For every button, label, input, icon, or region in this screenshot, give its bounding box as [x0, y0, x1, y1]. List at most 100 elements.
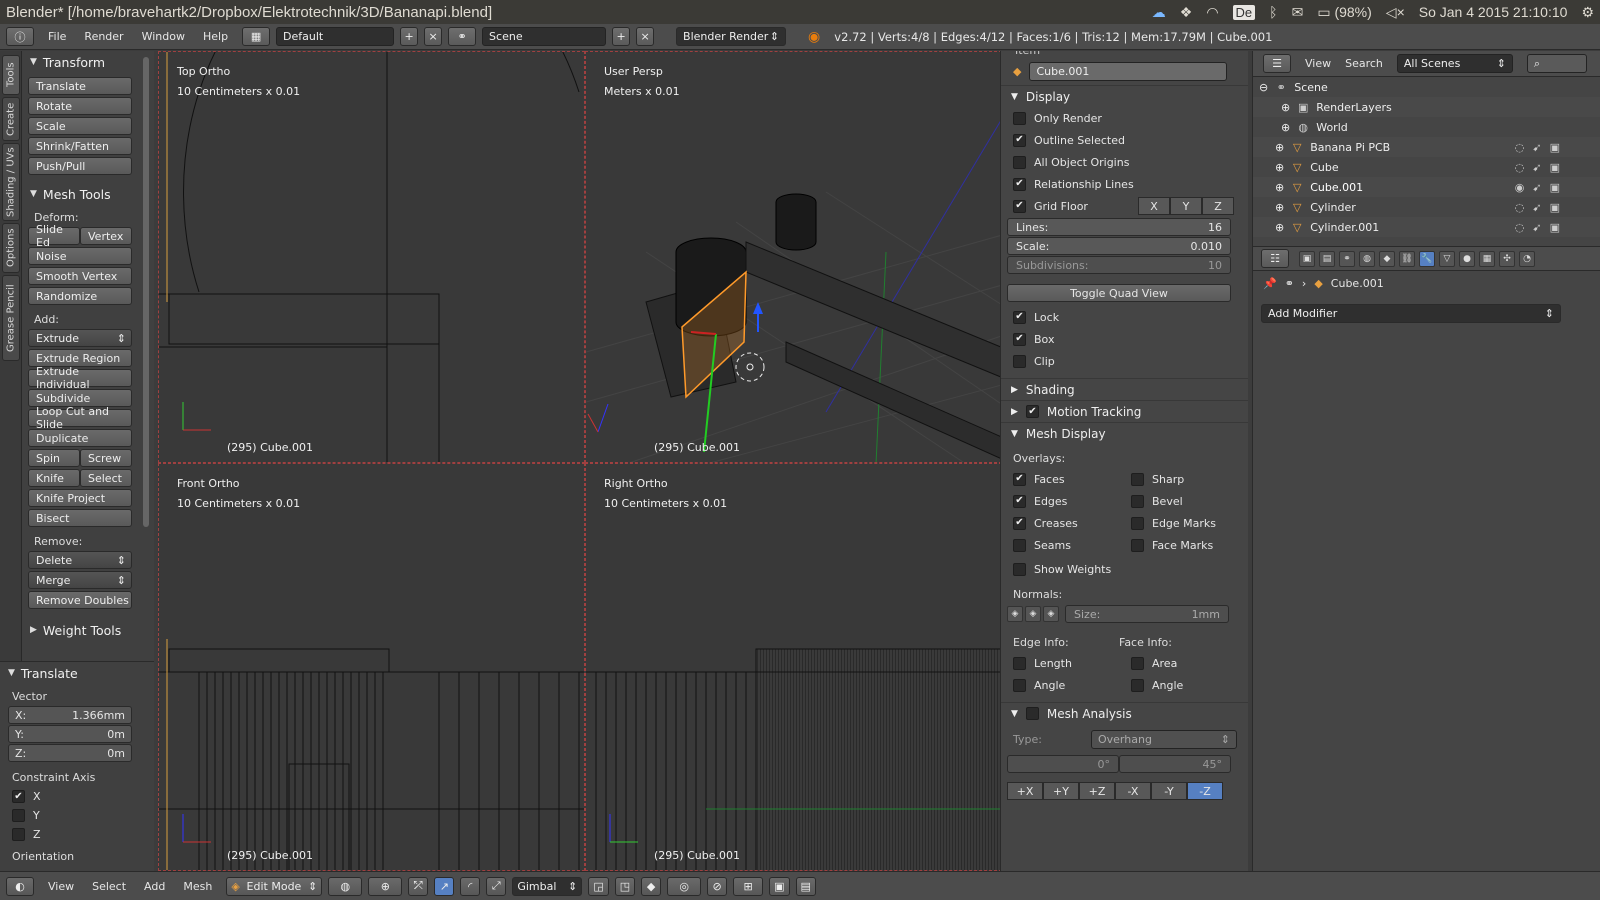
loop-cut-button[interactable]: Loop Cut and Slide — [28, 405, 132, 431]
menu-window[interactable]: Window — [134, 28, 193, 45]
rotate-manipulator-toggle[interactable]: ◜ — [460, 876, 481, 896]
clock[interactable]: So Jan 4 2015 21:10:10 — [1419, 4, 1568, 20]
outliner-row-renderlayers[interactable]: ⊕ ▣ RenderLayers — [1253, 97, 1600, 117]
edge-marks-checkbox[interactable]: Edge Marks — [1119, 512, 1216, 534]
toggle-quad-view-button[interactable]: Toggle Quad View — [1007, 284, 1231, 302]
cursor-icon[interactable]: ➹ — [1532, 161, 1541, 174]
edge-select-mode-button[interactable]: ◳ — [614, 876, 636, 896]
edges-checkbox[interactable]: ✔ Edges — [1001, 490, 1119, 512]
merge-dropdown[interactable]: Merge ⇕ — [28, 571, 132, 589]
randomize-button[interactable]: Randomize — [28, 287, 132, 305]
render-layers-tab-icon[interactable]: ▤ — [1319, 250, 1335, 267]
show-weights-checkbox[interactable]: Show Weights — [1001, 558, 1248, 580]
axis-neg-x-toggle[interactable]: -X — [1115, 782, 1151, 800]
push-pull-button[interactable]: Push/Pull — [28, 157, 132, 175]
view3d-editor-type-button[interactable]: ◐ — [6, 876, 34, 896]
bevel-checkbox[interactable]: Bevel — [1119, 490, 1183, 512]
constraints-tab-icon[interactable]: ⛓ — [1399, 250, 1415, 267]
motion-tracking-checkbox[interactable]: ✔ — [1025, 405, 1039, 418]
screw-button[interactable]: Screw — [80, 449, 132, 467]
viewport-top-ortho[interactable]: Top Ortho 10 Centimeters x 0.01 (295) Cub… — [158, 51, 585, 463]
pin-icon[interactable]: 📌 — [1263, 277, 1277, 290]
smooth-vertex-button[interactable]: Smooth Vertex — [28, 267, 132, 285]
noise-button[interactable]: Noise — [28, 247, 132, 265]
cursor-icon[interactable]: ➹ — [1532, 181, 1541, 194]
outliner-row-world[interactable]: ⊕ ◍ World — [1253, 117, 1600, 137]
cursor-icon[interactable]: ➹ — [1532, 201, 1541, 214]
outliner-row-cube-001[interactable]: ⊕ ▽ Cube.001 ◉ ➹ ▣ — [1253, 177, 1600, 197]
viewport-user-persp[interactable]: User Persp Meters x 0.01 (295) Cube.001 — [585, 51, 1012, 463]
vertex-normals-icon[interactable]: ◈ — [1007, 606, 1023, 622]
grid-subdivisions-field[interactable]: Subdivisions: 10 — [1007, 256, 1231, 274]
slide-vertex-button[interactable]: Vertex — [80, 227, 132, 245]
editor-type-info-button[interactable]: ⓘ — [6, 27, 34, 46]
eye-icon[interactable]: ◌ — [1515, 161, 1525, 174]
slide-edge-button[interactable]: Slide Ed — [28, 223, 80, 249]
edge-angle-checkbox[interactable]: Angle — [1001, 674, 1119, 696]
analysis-min-field[interactable]: 0° — [1007, 755, 1119, 773]
wifi-icon[interactable]: ◠ — [1206, 4, 1218, 21]
proportional-edit-dropdown[interactable]: ◎ — [667, 876, 702, 896]
split-normals-icon[interactable]: ◈ — [1025, 606, 1041, 622]
power-gear-icon[interactable]: ⚙ — [1581, 4, 1594, 21]
face-angle-checkbox[interactable]: Angle — [1119, 674, 1183, 696]
outliner-display-mode-dropdown[interactable]: All Scenes ⇕ — [1396, 54, 1513, 73]
remove-layout-button[interactable]: × — [424, 27, 443, 46]
outliner-row-banana-pi-pcb[interactable]: ⊕ ▽ Banana Pi PCB ◌ ➹ ▣ — [1253, 137, 1600, 157]
vector-z-field[interactable]: Z: 0m — [8, 744, 132, 762]
analysis-type-dropdown[interactable]: Overhang ⇕ — [1091, 729, 1237, 749]
add-scene-button[interactable]: + — [612, 27, 631, 46]
grid-axis-y-toggle[interactable]: Y — [1170, 197, 1202, 215]
interaction-mode-dropdown[interactable]: ◈ Edit Mode ⇕ — [226, 876, 323, 896]
face-area-checkbox[interactable]: Area — [1119, 652, 1177, 674]
outliner-search-field[interactable]: ⌕ — [1526, 54, 1587, 73]
only-render-checkbox[interactable]: Only Render — [1001, 107, 1248, 129]
mesh-analysis-panel-header[interactable]: ▼ Mesh Analysis — [1001, 702, 1248, 724]
outliner-row-scene[interactable]: ⊖ ⚭ Scene — [1253, 77, 1600, 97]
edge-length-checkbox[interactable]: Length — [1001, 652, 1119, 674]
volume-muted-icon[interactable]: ◁× — [1386, 4, 1405, 21]
constraint-x-checkbox[interactable]: ✔ X — [0, 787, 154, 806]
eye-icon[interactable]: ◌ — [1515, 221, 1525, 234]
eye-icon[interactable]: ◉ — [1515, 181, 1525, 194]
menu-select[interactable]: Select — [84, 878, 134, 895]
outliner-view-menu[interactable]: View — [1305, 57, 1331, 70]
snap-element-dropdown[interactable]: ⊞ — [733, 876, 764, 896]
eye-icon[interactable]: ◌ — [1515, 141, 1525, 154]
menu-help[interactable]: Help — [195, 28, 236, 45]
translate-button[interactable]: Translate — [28, 77, 132, 95]
eye-icon[interactable]: ◌ — [1515, 201, 1525, 214]
face-normals-icon[interactable]: ◈ — [1043, 606, 1059, 622]
axis-neg-z-toggle[interactable]: -Z — [1187, 782, 1223, 800]
viewport-front-ortho[interactable]: Front Ortho 10 Centimeters x 0.01 (295) C… — [158, 463, 585, 871]
grid-axis-z-toggle[interactable]: Z — [1202, 197, 1234, 215]
scale-button[interactable]: Scale — [28, 117, 132, 135]
cursor-icon[interactable]: ➹ — [1532, 221, 1541, 234]
outliner-search-menu[interactable]: Search — [1345, 57, 1383, 70]
weight-tools-panel-header[interactable]: ▶ Weight Tools — [22, 619, 154, 641]
box-checkbox[interactable]: ✔ Box — [1001, 328, 1248, 350]
keyboard-layout-indicator[interactable]: De — [1232, 4, 1256, 20]
properties-editor-type-button[interactable]: ☷ — [1261, 249, 1289, 268]
outliner-row-cylinder[interactable]: ⊕ ▽ Cylinder ◌ ➹ ▣ — [1253, 197, 1600, 217]
render-engine-dropdown[interactable]: Blender Render ⇕ — [676, 27, 787, 46]
tab-options[interactable]: Options — [2, 223, 20, 273]
face-select-mode-button[interactable]: ◆ — [641, 876, 662, 896]
object-tab-icon[interactable]: ◆ — [1379, 250, 1395, 267]
material-tab-icon[interactable]: ● — [1459, 250, 1475, 267]
viewport-right-ortho[interactable]: Right Ortho 10 Centimeters x 0.01 (295) C… — [585, 463, 1012, 871]
display-panel-header[interactable]: ▼ Display — [1001, 85, 1248, 107]
outliner-row-cylinder-001[interactable]: ⊕ ▽ Cylinder.001 ◌ ➹ ▣ — [1253, 217, 1600, 237]
scene-icon-button[interactable]: ⚭ — [448, 27, 477, 46]
axis-neg-y-toggle[interactable]: -Y — [1151, 782, 1187, 800]
add-layout-button[interactable]: + — [400, 27, 419, 46]
cloud-icon[interactable]: ☁ — [1152, 4, 1166, 21]
particles-tab-icon[interactable]: ✣ — [1499, 250, 1515, 267]
mesh-tools-panel-header[interactable]: ▼ Mesh Tools — [22, 183, 154, 205]
clip-checkbox[interactable]: Clip — [1001, 350, 1248, 372]
snap-toggle[interactable]: ⊘ — [707, 876, 728, 896]
mail-icon[interactable]: ✉ — [1292, 4, 1304, 21]
tab-tools[interactable]: Tools — [2, 55, 20, 95]
tab-grease-pencil[interactable]: Grease Pencil — [2, 275, 20, 361]
scene-tab-icon[interactable]: ⚭ — [1339, 250, 1355, 267]
